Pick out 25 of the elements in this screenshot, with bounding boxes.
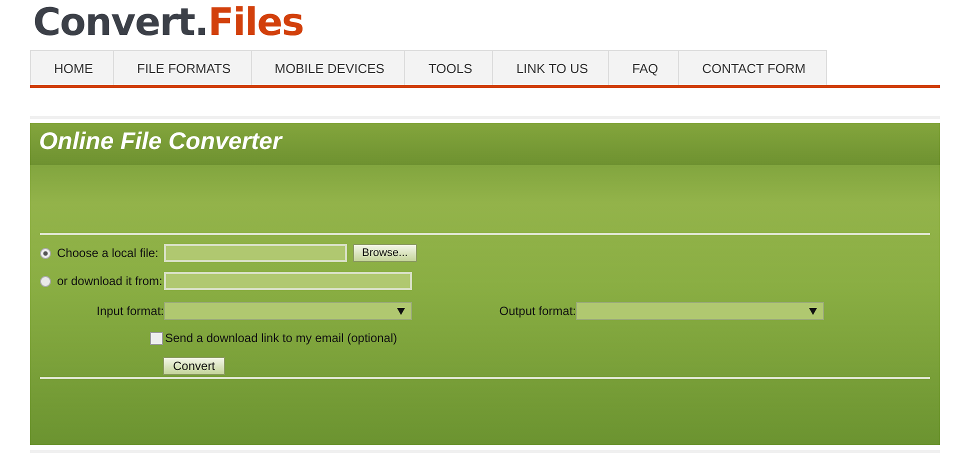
caret-icon	[809, 308, 817, 314]
field-label: Choose a local file:	[57, 246, 158, 260]
site-logo[interactable]: Convert.Files	[33, 0, 304, 44]
nav-tab[interactable]: TOOLS	[405, 50, 494, 85]
nav-tab[interactable]: FAQ	[609, 50, 680, 85]
nav-tab[interactable]: MOBILE DEVICES	[252, 50, 406, 85]
convert-button[interactable]: Convert	[163, 357, 226, 375]
checkbox[interactable]	[150, 332, 163, 344]
field-label: Input format:	[96, 304, 164, 318]
nav-tab[interactable]: CONTACT FORM	[679, 50, 827, 85]
field-label: Output format:	[499, 304, 576, 318]
panel-title: Online File Converter	[39, 128, 282, 156]
field-label: or download it from:	[57, 274, 162, 288]
radio-button[interactable]	[40, 248, 51, 258]
input-field[interactable]	[164, 244, 347, 262]
caret-icon	[397, 308, 405, 314]
checkbox-label: Send a download link to my email (optional)	[165, 331, 398, 345]
browse-button[interactable]: Browse...	[353, 244, 417, 262]
nav-tab[interactable]: HOME	[30, 50, 114, 85]
input-format-dropdown[interactable]	[164, 302, 412, 320]
output-format-dropdown[interactable]	[576, 302, 824, 320]
nav-tab[interactable]: LINK TO US	[493, 50, 610, 85]
radio-button[interactable]	[40, 276, 51, 286]
nav-tab[interactable]: FILE FORMATS	[114, 50, 252, 85]
input-field[interactable]	[164, 272, 412, 290]
